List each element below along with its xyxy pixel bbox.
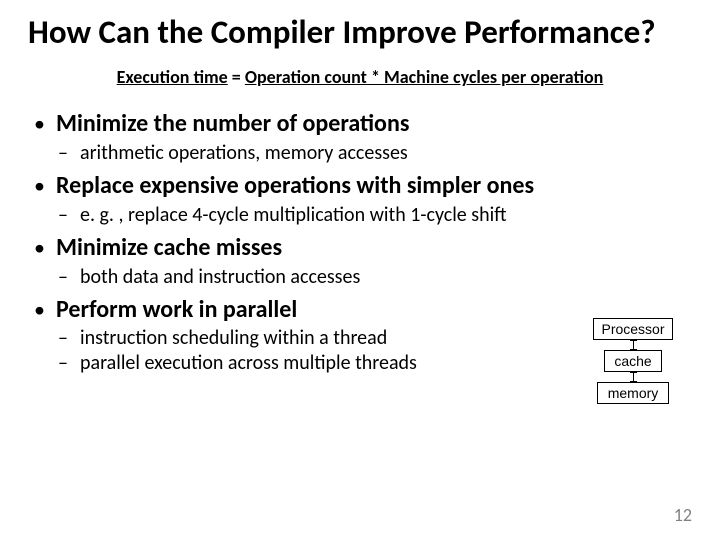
page-number: 12: [674, 504, 692, 526]
equation-eq: =: [228, 66, 245, 88]
diagram-box-processor: Processor: [593, 318, 673, 340]
sub-list: e. g. , replace 4-cycle multiplication w…: [56, 203, 692, 228]
equation-line: Execution time = Operation count * Machi…: [28, 66, 692, 88]
sub-item: arithmetic operations, memory accesses: [56, 141, 692, 166]
sub-list: both data and instruction accesses: [56, 265, 692, 290]
sub-item: both data and instruction accesses: [56, 265, 692, 290]
bullet-text: Minimize cache misses: [56, 234, 692, 263]
sub-item: e. g. , replace 4-cycle multiplication w…: [56, 203, 692, 228]
diagram-box-memory: memory: [597, 382, 669, 404]
diagram-box-cache: cache: [604, 350, 662, 372]
bullet-text: Minimize the number of operations: [56, 110, 692, 139]
list-item: Replace expensive operations with simple…: [28, 172, 692, 228]
list-item: Minimize cache misses both data and inst…: [28, 234, 692, 290]
slide-title: How Can the Compiler Improve Performance…: [28, 14, 692, 50]
list-item: Minimize the number of operations arithm…: [28, 110, 692, 166]
memory-hierarchy-diagram: Processor cache memory: [578, 318, 688, 404]
diagram-connector: [633, 372, 634, 382]
slide: How Can the Compiler Improve Performance…: [0, 0, 720, 540]
equation-lhs: Execution time: [117, 66, 228, 88]
diagram-connector: [633, 340, 634, 350]
sub-list: arithmetic operations, memory accesses: [56, 141, 692, 166]
equation-rhs: Operation count * Machine cycles per ope…: [245, 66, 603, 88]
bullet-text: Replace expensive operations with simple…: [56, 172, 692, 201]
